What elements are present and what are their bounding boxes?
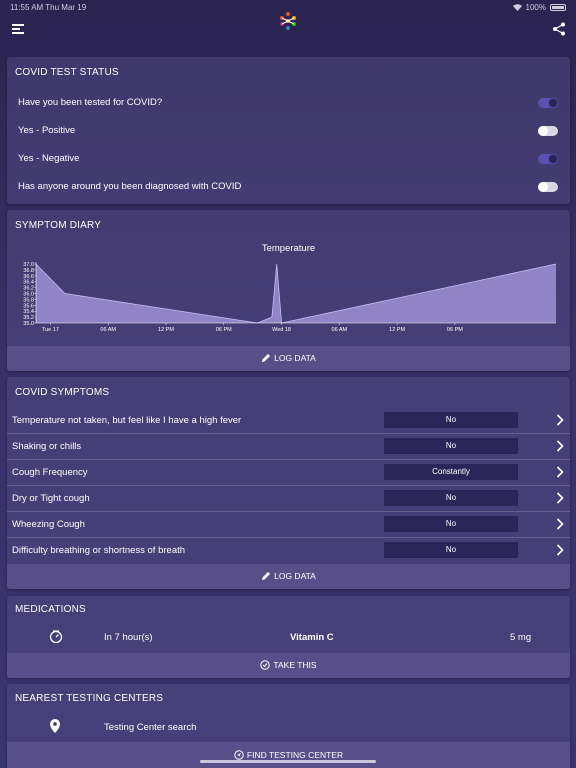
symptom-value[interactable]: No xyxy=(384,516,518,532)
log-data-label: LOG DATA xyxy=(274,571,316,581)
x-tick-label: 06 PM xyxy=(447,327,463,333)
pencil-icon xyxy=(262,572,271,580)
symptom-value[interactable]: No xyxy=(384,438,518,454)
test-status-label: Yes - Negative xyxy=(18,153,80,164)
test-status-row-negative: Yes - Negative xyxy=(7,153,570,167)
x-tick-label: 12 PM xyxy=(389,327,405,333)
menu-icon[interactable] xyxy=(12,24,24,34)
battery-percent: 100% xyxy=(525,3,546,12)
wifi-icon xyxy=(512,4,522,11)
symptom-row[interactable]: Shaking or chills No xyxy=(7,434,570,460)
testing-centers-card: NEAREST TESTING CENTERS Testing Center s… xyxy=(7,684,570,768)
testing-centers-title: NEAREST TESTING CENTERS xyxy=(15,693,164,704)
test-status-row-positive: Yes - Positive xyxy=(7,125,570,139)
take-this-button[interactable]: TAKE THIS xyxy=(7,653,570,678)
chevron-right-icon[interactable] xyxy=(556,492,564,504)
medications-card: MEDICATIONS In 7 hour(s) Vitamin C 5 mg … xyxy=(7,596,570,678)
symptom-row[interactable]: Dry or Tight cough No xyxy=(7,486,570,512)
find-testing-center-button[interactable]: FIND TESTING CENTER xyxy=(7,742,570,768)
status-time: 11:55 AM Thu Mar 19 xyxy=(10,3,87,12)
x-tick-label: Wed 18 xyxy=(272,327,291,333)
y-tick-label: 35.0 xyxy=(23,321,34,327)
timer-icon xyxy=(49,630,63,644)
share-icon[interactable] xyxy=(552,22,566,36)
test-status-label: Has anyone around you been diagnosed wit… xyxy=(18,181,242,192)
symptom-label: Temperature not taken, but feel like I h… xyxy=(12,415,242,426)
symptoms-log-button[interactable]: LOG DATA xyxy=(7,564,570,589)
toggle-exposure[interactable] xyxy=(538,182,558,192)
medication-time: In 7 hour(s) xyxy=(104,632,153,643)
symptom-value[interactable]: No xyxy=(384,490,518,506)
temperature-chart: 37.036.836.636.436.236.035.835.635.435.2… xyxy=(23,262,557,333)
symptom-label: Difficulty breathing or shortness of bre… xyxy=(12,545,186,556)
covid-symptoms-title: COVID SYMPTOMS xyxy=(15,387,110,398)
check-circle-icon xyxy=(260,660,271,670)
covid-test-status-card: COVID TEST STATUS Have you been tested f… xyxy=(7,57,570,204)
toggle-tested[interactable] xyxy=(538,98,558,108)
pencil-icon xyxy=(262,354,271,362)
chevron-right-icon[interactable] xyxy=(556,414,564,426)
symptom-label: Dry or Tight cough xyxy=(12,493,90,504)
chevron-right-icon[interactable] xyxy=(556,544,564,556)
x-tick-label: Tue 17 xyxy=(42,327,59,333)
test-status-label: Have you been tested for COVID? xyxy=(18,97,163,108)
test-status-row-exposure: Has anyone around you been diagnosed wit… xyxy=(7,181,570,195)
covid-test-status-title: COVID TEST STATUS xyxy=(15,67,119,78)
home-indicator xyxy=(200,760,376,763)
symptom-row[interactable]: Cough Frequency Constantly xyxy=(7,460,570,486)
toggle-negative[interactable] xyxy=(538,154,558,164)
log-data-label: LOG DATA xyxy=(274,353,316,363)
medication-dose: 5 mg xyxy=(510,632,532,643)
toggle-positive[interactable] xyxy=(538,126,558,136)
symptom-value[interactable]: Constantly xyxy=(384,464,518,480)
location-pin-icon xyxy=(50,719,60,733)
symptom-row[interactable]: Wheezing Cough No xyxy=(7,512,570,538)
medication-name: Vitamin C xyxy=(290,632,334,643)
symptom-value[interactable]: No xyxy=(384,542,518,558)
medications-title: MEDICATIONS xyxy=(15,604,86,615)
x-tick-label: 06 PM xyxy=(216,327,232,333)
x-tick-label: 12 PM xyxy=(158,327,174,333)
take-this-label: TAKE THIS xyxy=(273,660,317,670)
logo-icon xyxy=(280,12,296,30)
chevron-right-icon[interactable] xyxy=(556,440,564,452)
test-status-label: Yes - Positive xyxy=(18,125,76,136)
battery-icon xyxy=(550,4,566,11)
symptom-label: Wheezing Cough xyxy=(12,519,85,530)
symptom-row[interactable]: Difficulty breathing or shortness of bre… xyxy=(7,538,570,564)
covid-symptoms-card: COVID SYMPTOMS Temperature not taken, bu… xyxy=(7,377,570,589)
chevron-right-icon[interactable] xyxy=(556,466,564,478)
chevron-right-icon[interactable] xyxy=(556,518,564,530)
symptom-diary-log-button[interactable]: LOG DATA xyxy=(7,346,570,371)
status-right: 100% xyxy=(512,3,566,12)
symptom-label: Cough Frequency xyxy=(12,467,88,478)
symptom-label: Shaking or chills xyxy=(12,441,82,452)
test-status-row-tested: Have you been tested for COVID? xyxy=(7,97,570,111)
symptom-diary-card: SYMPTOM DIARY Temperature 37.0 36.8 36.6 36… xyxy=(7,210,570,371)
testing-center-search[interactable]: Testing Center search xyxy=(104,722,196,733)
temperature-area xyxy=(36,264,556,323)
x-tick-label: 06 AM xyxy=(100,327,116,333)
symptom-row[interactable]: Temperature not taken, but feel like I h… xyxy=(7,408,570,434)
navigation-icon xyxy=(234,750,244,760)
symptom-value[interactable]: No xyxy=(384,412,518,428)
find-testing-center-label: FIND TESTING CENTER xyxy=(246,750,344,760)
x-tick-label: 06 AM xyxy=(332,327,348,333)
